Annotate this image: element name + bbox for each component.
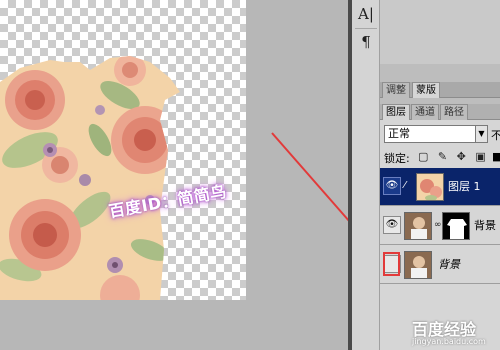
tab-paths[interactable]: 路径	[440, 104, 468, 120]
opacity-label: 不	[491, 129, 500, 142]
blend-mode-select[interactable]: 正常 ▼	[384, 125, 488, 143]
adjustments-tabbar: 调整 蒙版	[380, 82, 500, 98]
brand-url: jingyan.baidu.com	[412, 337, 486, 346]
lock-label: 锁定:	[384, 152, 410, 165]
brush-icon: ⁄	[404, 180, 406, 191]
lock-icons[interactable]: ▢ ✎ ✥ ▣	[418, 150, 489, 163]
blend-mode-value: 正常	[388, 127, 410, 140]
paragraph-panel-icon[interactable]: ¶	[356, 32, 376, 52]
layer-name: 背景	[438, 258, 460, 271]
layer-mask-thumbnail	[442, 212, 470, 240]
chain-link-icon[interactable]: ∞	[434, 220, 442, 230]
tab-adjustments[interactable]: 调整	[382, 82, 410, 98]
layer-name: 背景 副	[474, 219, 500, 232]
layers-panel: 调整 蒙版 图层 通道 路径 正常 ▼ 不 锁定: ▢ ✎ ✥ ▣ ■ 👁 ⁄	[380, 0, 500, 350]
eye-icon[interactable]: 👁	[383, 177, 401, 195]
layer-thumbnail	[404, 251, 432, 279]
layer-row-1[interactable]: 👁 ⁄ 图层 1	[380, 168, 500, 206]
layer-thumbnail	[416, 173, 444, 201]
fill-label: ■	[492, 150, 500, 163]
side-toolbar: A| ¶	[352, 0, 380, 350]
character-panel-icon[interactable]: A|	[356, 4, 376, 24]
layer-thumbnail	[404, 212, 432, 240]
panel-top-area	[380, 0, 500, 64]
chevron-down-icon[interactable]: ▼	[475, 126, 487, 142]
layers-tabbar: 图层 通道 路径	[380, 104, 500, 120]
photoshop-window: 百度ID：简简鸟 A| ¶ 调整 蒙版 图层 通道 路径 正常 ▼ 不 锁定:	[0, 0, 500, 350]
layer-name: 图层 1	[448, 180, 481, 193]
layer-row-2[interactable]: 👁 ∞ 背景 副	[380, 207, 500, 245]
annotation-highlight-box	[383, 252, 400, 276]
toolbar-separator	[355, 28, 377, 29]
tab-channels[interactable]: 通道	[411, 104, 439, 120]
eye-icon[interactable]: 👁	[383, 216, 401, 234]
tab-layers[interactable]: 图层	[382, 104, 410, 120]
tab-masks[interactable]: 蒙版	[412, 82, 440, 98]
